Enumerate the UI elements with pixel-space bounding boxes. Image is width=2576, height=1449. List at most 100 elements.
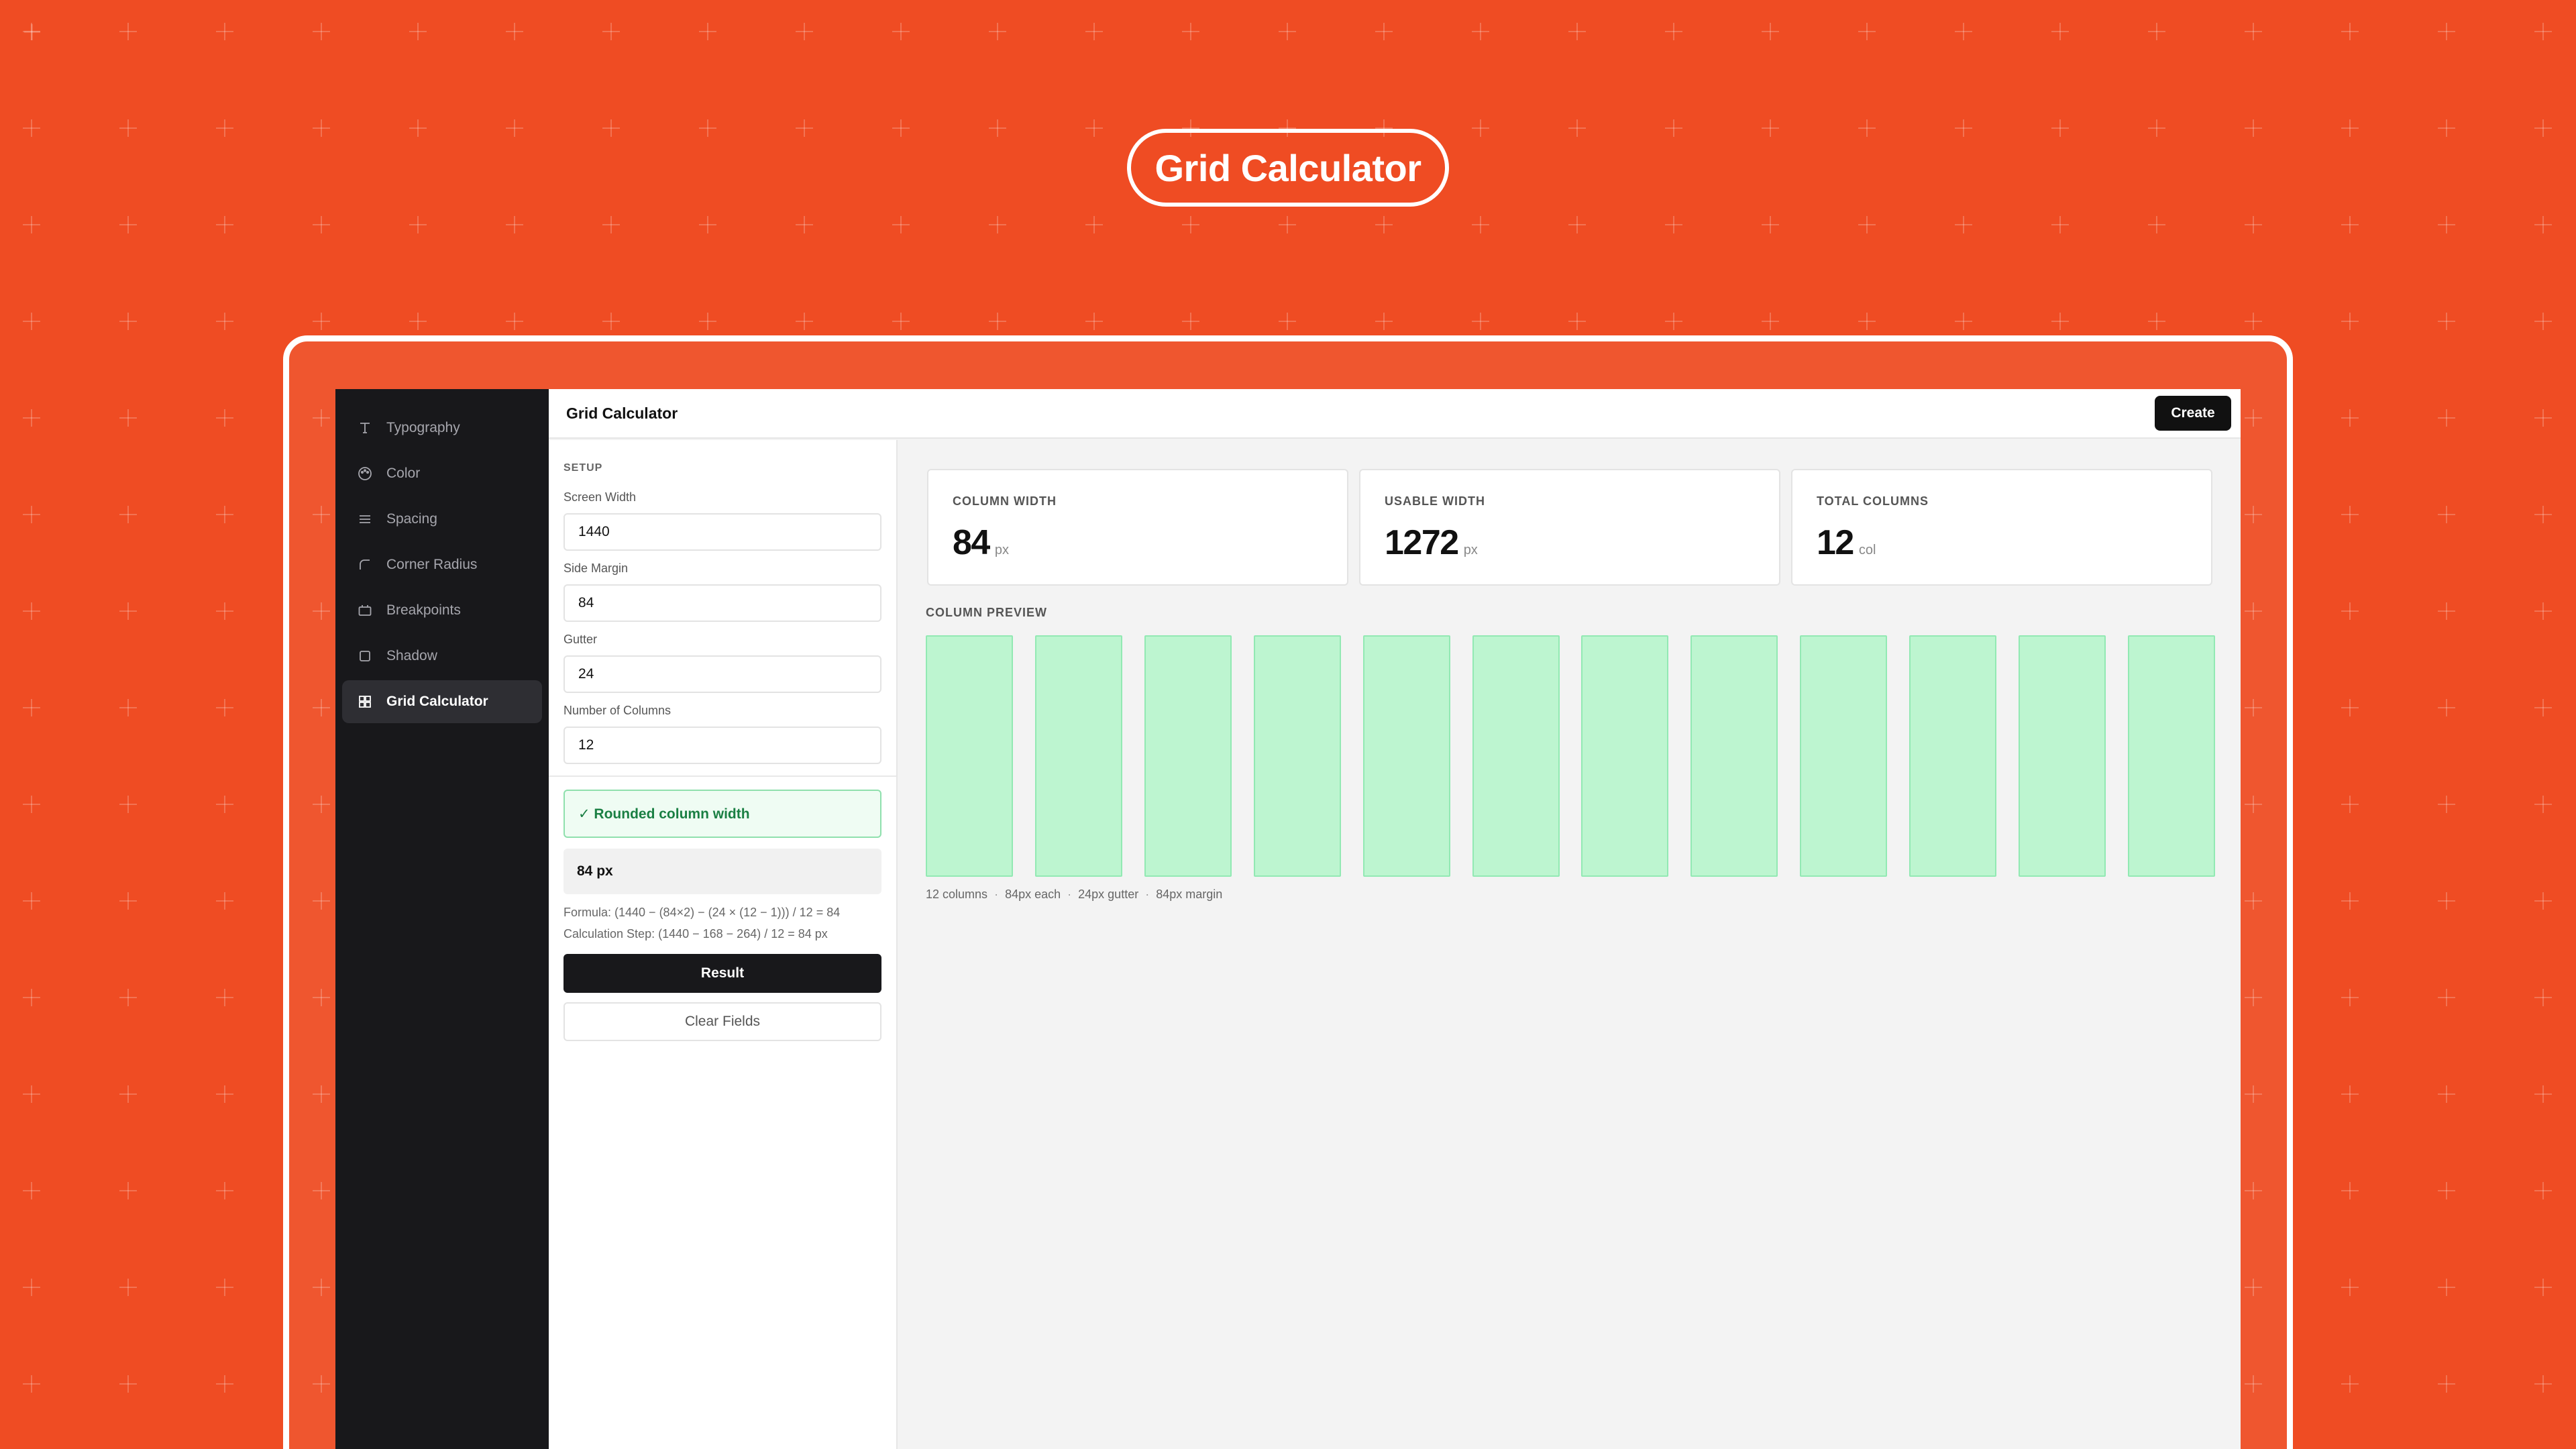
sidebar-item-shadow[interactable]: Shadow xyxy=(342,635,542,678)
stat-value: 12 col xyxy=(1817,523,1876,563)
plus-mark xyxy=(2341,409,2359,427)
meta-item: 24px gutter xyxy=(1078,888,1139,901)
plus-mark xyxy=(989,313,1006,330)
plus-mark xyxy=(216,1375,233,1393)
palette-icon xyxy=(357,466,373,482)
sidebar-item-grid-calculator[interactable]: Grid Calculator xyxy=(342,680,542,723)
plus-mark xyxy=(2341,1279,2359,1296)
preview-meta: 12 columns · 84px each · 24px gutter · 84px ma… xyxy=(926,888,1222,902)
plus-mark xyxy=(216,119,233,137)
plus-mark xyxy=(216,989,233,1006)
stat-card-total-columns: TOTAL COLUMNS 12 col xyxy=(1791,469,2212,586)
sidebar-item-label: Corner Radius xyxy=(386,557,478,572)
plus-mark xyxy=(796,216,813,233)
result-button[interactable]: Result xyxy=(564,954,881,993)
plus-mark xyxy=(2341,1375,2359,1393)
plus-mark xyxy=(2148,119,2165,137)
plus-mark xyxy=(699,313,716,330)
gutter-input[interactable] xyxy=(564,655,881,693)
plus-mark xyxy=(2438,1279,2455,1296)
formula-text: Formula: (1440 − (84×2) − (24 × (12 − 1)… xyxy=(564,906,841,919)
stat-card-column-width: COLUMN WIDTH 84 px xyxy=(927,469,1348,586)
sidebar-item-breakpoints[interactable]: Breakpoints xyxy=(342,589,542,632)
plus-mark xyxy=(2245,23,2262,40)
stat-label: TOTAL COLUMNS xyxy=(1817,494,1929,508)
clear-fields-button[interactable]: Clear Fields xyxy=(564,1002,881,1041)
plus-mark xyxy=(313,23,330,40)
plus-mark xyxy=(119,506,137,523)
number-of-columns-input[interactable] xyxy=(564,727,881,764)
plus-mark xyxy=(2438,119,2455,137)
plus-mark xyxy=(2438,506,2455,523)
plus-mark xyxy=(23,1375,40,1393)
sidebar-item-color[interactable]: Color xyxy=(342,452,542,495)
plus-mark xyxy=(1665,216,1682,233)
plus-mark xyxy=(119,216,137,233)
section-label: SETUP xyxy=(564,462,603,474)
divider xyxy=(549,775,896,777)
sidebar-item-spacing[interactable]: Spacing xyxy=(342,498,542,541)
plus-mark xyxy=(2534,796,2552,813)
plus-mark xyxy=(2341,699,2359,716)
calculation-step-text: Calculation Step: (1440 − 168 − 264) / 1… xyxy=(564,927,828,941)
plus-mark xyxy=(2245,216,2262,233)
plus-mark xyxy=(23,1279,40,1296)
plus-mark xyxy=(699,119,716,137)
plus-mark xyxy=(1955,216,1972,233)
side-margin-input[interactable] xyxy=(564,584,881,622)
plus-mark xyxy=(2148,216,2165,233)
plus-mark xyxy=(119,892,137,910)
plus-mark xyxy=(796,119,813,137)
plus-mark xyxy=(2534,1085,2552,1103)
plus-mark xyxy=(2438,989,2455,1006)
preview-column xyxy=(2019,635,2106,877)
plus-mark xyxy=(119,699,137,716)
plus-mark xyxy=(2341,1182,2359,1199)
preview-column xyxy=(1472,635,1560,877)
plus-mark xyxy=(2438,1085,2455,1103)
sidebar-item-typography[interactable]: Typography xyxy=(342,407,542,449)
meta-separator: · xyxy=(1067,888,1072,901)
plus-mark xyxy=(119,409,137,427)
plus-mark xyxy=(313,313,330,330)
stat-unit: col xyxy=(1858,543,1876,557)
preview-column xyxy=(1581,635,1669,877)
gutter-label: Gutter xyxy=(564,633,598,646)
plus-mark xyxy=(796,23,813,40)
sidebar-item-label: Spacing xyxy=(386,511,437,527)
plus-mark xyxy=(1182,23,1199,40)
screen-width-input[interactable] xyxy=(564,513,881,551)
plus-mark xyxy=(216,892,233,910)
plus-mark xyxy=(1858,23,1876,40)
plus-mark xyxy=(989,23,1006,40)
sidebar-item-label: Breakpoints xyxy=(386,602,461,618)
plus-mark xyxy=(216,23,233,40)
plus-mark xyxy=(2534,313,2552,330)
plus-mark xyxy=(2438,409,2455,427)
plus-mark xyxy=(1085,216,1103,233)
preview-column xyxy=(1253,635,1341,877)
plus-mark xyxy=(2341,119,2359,137)
plus-mark xyxy=(119,796,137,813)
corner-radius-icon xyxy=(357,557,373,573)
plus-mark xyxy=(2051,313,2069,330)
plus-mark xyxy=(2534,409,2552,427)
plus-mark xyxy=(119,1279,137,1296)
plus-mark xyxy=(1762,119,1779,137)
create-button[interactable]: Create xyxy=(2155,396,2231,431)
sidebar-item-corner-radius[interactable]: Corner Radius xyxy=(342,543,542,586)
plus-mark xyxy=(2341,313,2359,330)
plus-mark xyxy=(1955,119,1972,137)
plus-mark xyxy=(23,1085,40,1103)
plus-mark xyxy=(119,1085,137,1103)
plus-mark xyxy=(2341,216,2359,233)
plus-mark xyxy=(23,989,40,1006)
sidebar-item-label: Grid Calculator xyxy=(386,694,488,709)
plus-mark xyxy=(1762,216,1779,233)
plus-mark xyxy=(2438,313,2455,330)
plus-mark xyxy=(1085,313,1103,330)
plus-mark xyxy=(2051,216,2069,233)
plus-mark xyxy=(119,119,137,137)
plus-mark xyxy=(2438,23,2455,40)
preview-column xyxy=(1144,635,1232,877)
